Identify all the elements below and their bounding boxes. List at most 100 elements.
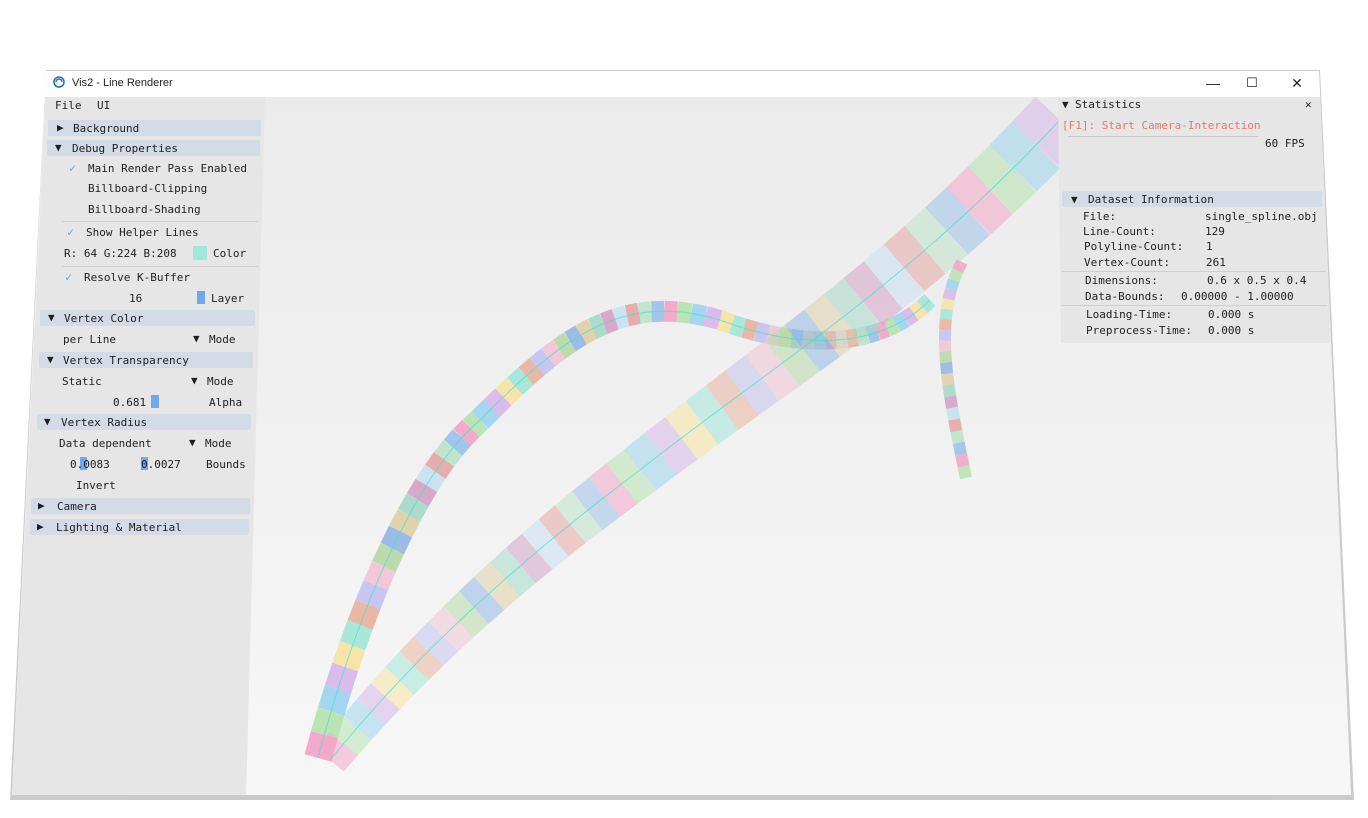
bound-min-value[interactable]: 0.0083 [70,458,110,471]
resolve-kbuffer-label[interactable]: Resolve K-Buffer [84,271,190,284]
lighting-material-label: Lighting & Material [56,521,182,534]
debug-properties-label: Debug Properties [72,142,178,155]
branch-segment [939,351,952,363]
app-logo-icon [53,76,65,88]
file-label: File: [1083,210,1117,223]
invert-checkbox-label[interactable]: Invert [76,479,116,492]
file-value: single_spline.obj [1205,210,1318,223]
color-swatch[interactable] [193,246,207,260]
dimensions-label: Dimensions: [1085,274,1158,287]
statistics-arrow-icon[interactable]: ▼ [1062,98,1069,111]
vertex-count-label: Vertex-Count: [1084,256,1171,269]
title-bar[interactable]: Vis2 - Line Renderer — ☐ ✕ [40,71,1330,97]
statistics-title[interactable]: Statistics [1075,98,1141,111]
preprocess-time-value: 0.000 s [1208,324,1255,337]
menu-bar: File UI [40,97,270,115]
vertex-radius-label: Vertex Radius [61,416,148,429]
line-count-value: 129 [1205,225,1225,238]
layer-slider-grab[interactable] [197,291,205,304]
app-window: Vis2 - Line Renderer — ☐ ✕ File UI ▶ Bac… [12,71,1351,795]
minimize-button[interactable]: — [1198,73,1228,93]
branch-segment [946,406,961,421]
vertex-radius-mode-value[interactable]: Data dependent [59,437,152,450]
alpha-label: Alpha [209,396,243,409]
branch-segment [955,453,970,468]
vertex-radius-arrow-icon: ▼ [44,415,51,428]
branch-segment [957,465,972,480]
maximize-button[interactable]: ☐ [1237,73,1267,93]
vertex-count-value: 261 [1206,256,1226,269]
billboard-clipping-label[interactable]: Billboard-Clipping [88,182,207,195]
dropdown-arrow-icon[interactable]: ▼ [189,436,196,449]
fps-graph-line [1068,136,1258,137]
camera-label: Camera [57,500,97,513]
divider [1062,305,1327,306]
divider [62,221,258,222]
loading-time-label: Loading-Time: [1086,308,1173,321]
dimensions-value: 0.6 x 0.5 x 0.4 [1207,274,1307,287]
vertex-transparency-mode-label: Mode [207,375,234,388]
branch-segment [950,429,965,445]
lighting-arrow-icon: ▶ [37,520,44,533]
branch-segment [938,340,952,352]
layer-label: Layer [211,292,245,305]
vertex-color-mode-value[interactable]: per Line [63,333,116,346]
branch-segment [939,308,953,321]
branch-segment [952,441,968,456]
window-title: Vis2 - Line Renderer [72,77,173,89]
background-arrow-icon: ▶ [57,121,64,134]
divider [62,266,258,267]
branch-segment [944,395,958,409]
data-bounds-value: 0.00000 - 1.00000 [1181,290,1294,303]
checkmark-icon[interactable]: ✓ [65,270,72,284]
alpha-slider-grab[interactable] [151,395,159,408]
camera-interaction-hint: [F1]: Start Camera-Interaction [1062,119,1261,132]
vertex-transparency-label: Vertex Transparency [63,354,189,367]
close-button[interactable]: ✕ [1282,73,1312,93]
show-helper-lines-label[interactable]: Show Helper Lines [86,226,199,239]
branch-tube-line [938,259,972,480]
checkmark-icon[interactable]: ✓ [67,225,74,239]
statistics-close-icon[interactable]: ✕ [1305,98,1312,111]
vertex-color-mode-label: Mode [209,333,236,346]
dropdown-arrow-icon[interactable]: ▼ [193,332,200,345]
dataset-information-title: Dataset Information [1088,193,1214,206]
transparent-ribbon-line [316,96,1085,772]
loading-time-value: 0.000 s [1208,308,1255,321]
main-render-pass-label[interactable]: Main Render Pass Enabled [88,162,247,175]
billboard-shading-label[interactable]: Billboard-Shading [88,203,201,216]
bounds-label: Bounds [206,458,246,471]
layer-slider-value[interactable]: 16 [129,292,142,305]
fps-value: 60 FPS [1265,137,1305,150]
dropdown-arrow-icon[interactable]: ▼ [191,374,198,387]
checkmark-icon[interactable]: ✓ [69,161,76,175]
background-label: Background [73,122,140,135]
color-label: Color [213,247,247,260]
branch-segment [948,418,963,433]
divider [1062,271,1326,272]
vertex-transparency-mode-value[interactable]: Static [62,375,102,388]
debug-arrow-icon: ▼ [55,141,62,154]
vertex-transparency-arrow-icon: ▼ [47,353,54,366]
polyline-count-label: Polyline-Count: [1084,240,1184,253]
data-bounds-label: Data-Bounds: [1085,290,1165,303]
menu-file[interactable]: File [55,99,82,112]
branch-segment [939,319,952,331]
camera-arrow-icon: ▶ [38,499,45,512]
alpha-slider-value[interactable]: 0.681 [113,396,146,409]
dataset-arrow-icon: ▼ [1071,193,1078,206]
branch-segment [941,372,955,386]
preprocess-time-label: Preprocess-Time: [1086,324,1192,337]
line-count-label: Line-Count: [1083,225,1156,238]
bound-max-value[interactable]: 0.0027 [141,458,181,471]
menu-ui[interactable]: UI [97,99,110,112]
vertex-color-label: Vertex Color [64,312,144,325]
vertex-radius-mode-label: Mode [205,437,232,450]
branch-segment [942,384,957,398]
branch-segment [938,329,952,341]
color-rgb-value[interactable]: R: 64 G:224 B:208 [64,247,177,260]
branch-segment [940,298,955,311]
polyline-count-value: 1 [1206,240,1213,253]
branch-segment [940,361,954,375]
vertex-color-arrow-icon: ▼ [48,311,55,324]
